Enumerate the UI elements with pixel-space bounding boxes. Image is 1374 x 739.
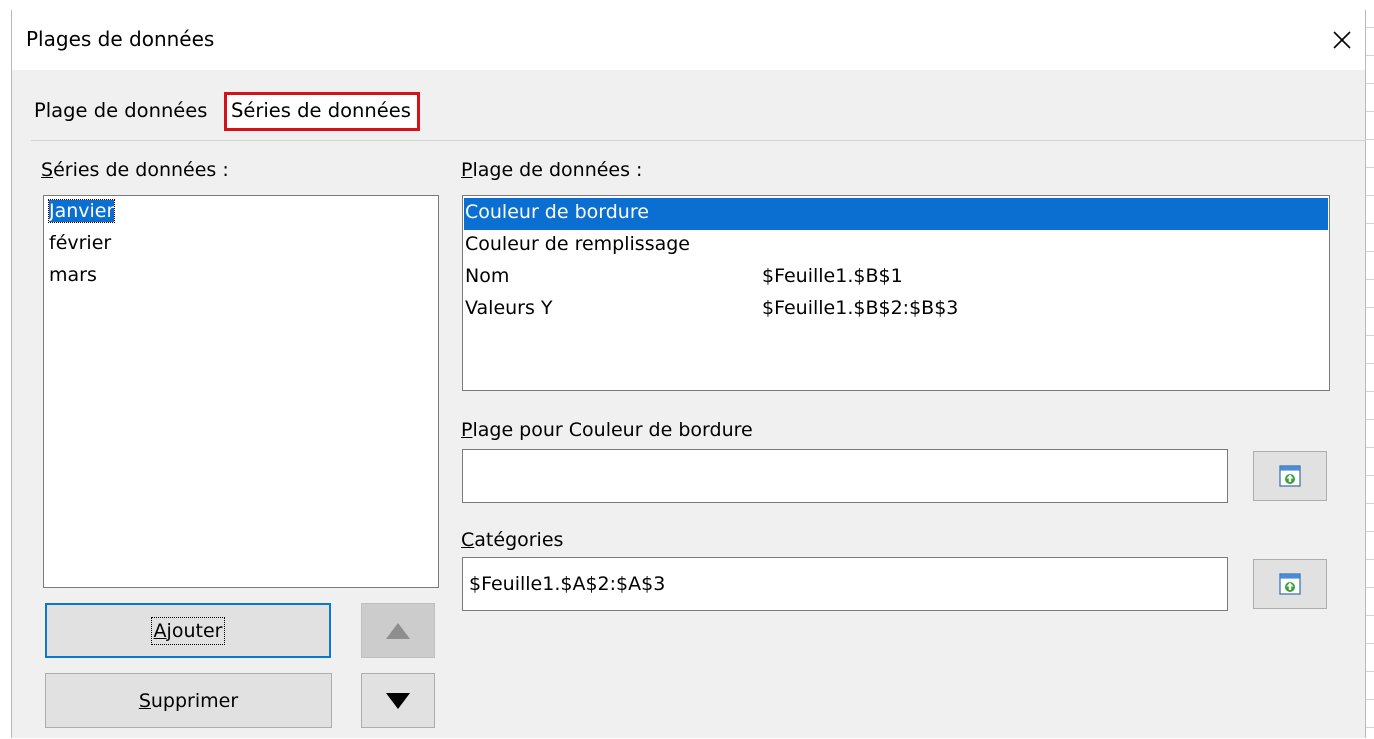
tab-bar: Plage de données Séries de données	[12, 70, 1365, 142]
select-range-button[interactable]	[1253, 451, 1327, 501]
triangle-up-icon	[386, 622, 410, 639]
data-series-panel: Séries de données : Janvier février mars…	[31, 140, 1366, 739]
series-list[interactable]: Janvier février mars	[43, 195, 439, 588]
tab-data-range[interactable]: Plage de données	[34, 99, 207, 122]
move-down-button[interactable]	[361, 673, 435, 728]
data-ranges-list[interactable]: Couleur de bordure Couleur de remplissag…	[462, 195, 1330, 391]
series-item[interactable]: Janvier	[47, 199, 116, 223]
series-item[interactable]: mars	[49, 264, 97, 286]
select-categories-button[interactable]	[1253, 559, 1327, 609]
close-button[interactable]	[1319, 10, 1365, 70]
categories-input[interactable]	[462, 557, 1228, 611]
close-icon	[1333, 31, 1351, 49]
shrink-range-icon	[1279, 465, 1301, 487]
title-bar: Plages de données	[12, 10, 1365, 70]
tab-data-series[interactable]: Séries de données	[224, 92, 420, 131]
range-row[interactable]: Valeurs Y $Feuille1.$B$2:$B$3	[464, 294, 1328, 326]
dialog-title: Plages de données	[26, 27, 215, 51]
range-row[interactable]: Couleur de bordure	[464, 198, 1328, 230]
range-for-input[interactable]	[462, 449, 1228, 503]
move-up-button[interactable]	[361, 603, 435, 658]
remove-button[interactable]: Supprimer	[45, 673, 332, 728]
data-ranges-dialog: Plages de données Plage de données Série…	[11, 10, 1366, 738]
categories-label: Catégories	[461, 529, 564, 551]
spreadsheet-background	[1366, 0, 1374, 738]
range-for-label: Plage pour Couleur de bordure	[461, 419, 753, 441]
range-row[interactable]: Nom $Feuille1.$B$1	[464, 262, 1328, 294]
triangle-down-icon	[386, 692, 410, 709]
add-button[interactable]: Ajouter	[45, 603, 331, 658]
series-list-label: Séries de données :	[41, 159, 229, 181]
shrink-range-icon	[1279, 573, 1301, 595]
series-item[interactable]: février	[49, 232, 111, 254]
ranges-list-label: Plage de données :	[461, 159, 643, 181]
range-row[interactable]: Couleur de remplissage	[464, 230, 1328, 262]
